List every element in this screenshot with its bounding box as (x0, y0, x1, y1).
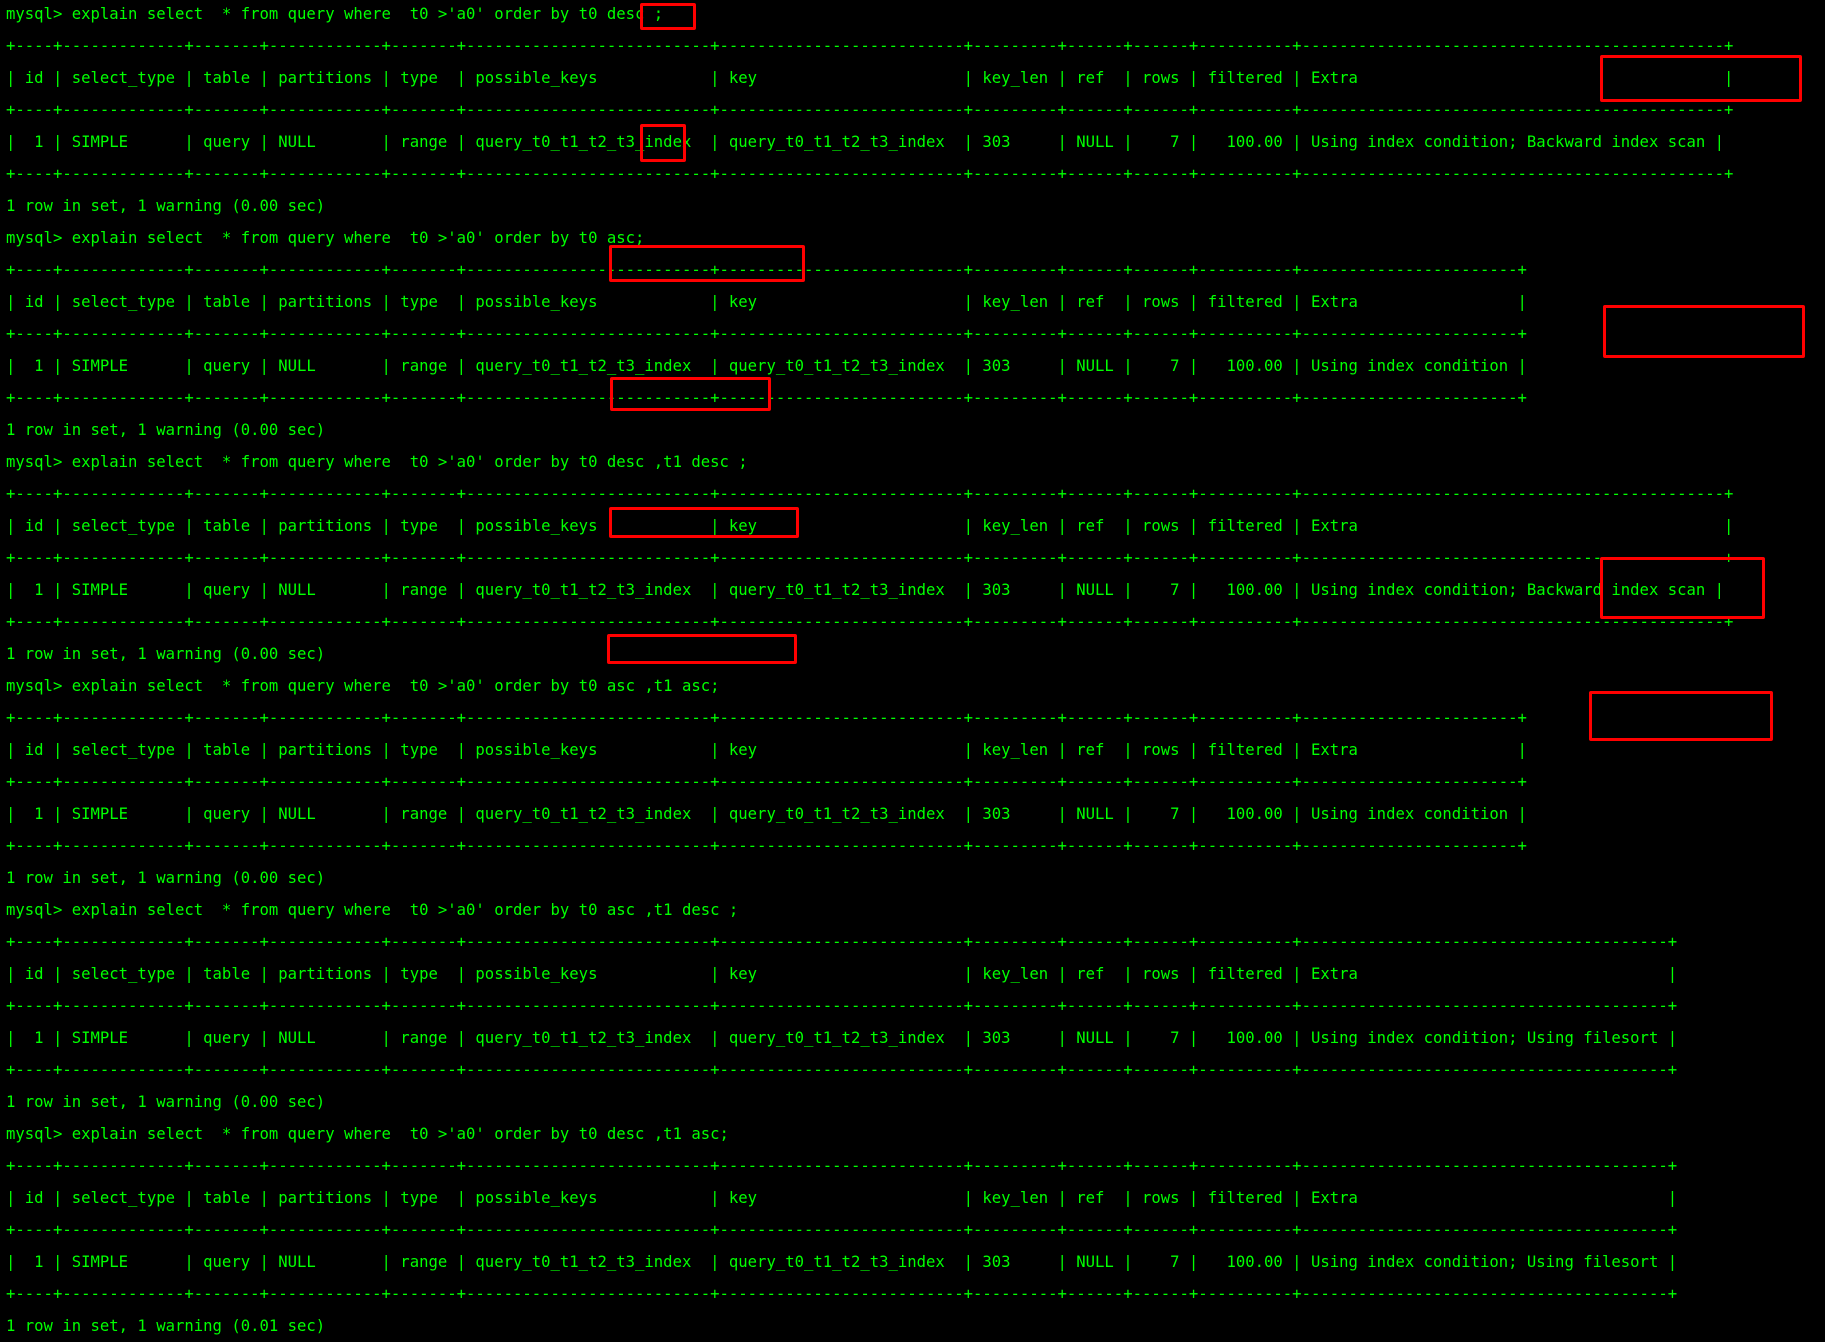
terminal-line: | 1 | SIMPLE | query | NULL | range | qu… (6, 1029, 1678, 1047)
terminal-line: +----+-------------+-------+------------… (6, 1061, 1678, 1079)
terminal-line: | id | select_type | table | partitions … (6, 517, 1734, 535)
terminal-line: | 1 | SIMPLE | query | NULL | range | qu… (6, 133, 1725, 151)
terminal-line: +----+-------------+-------+------------… (6, 389, 1527, 407)
terminal-line: +----+-------------+-------+------------… (6, 837, 1527, 855)
terminal-line: 1 row in set, 1 warning (0.00 sec) (6, 645, 326, 663)
terminal-line: mysql> explain select * from query where… (6, 453, 748, 471)
terminal-line: +----+-------------+-------+------------… (6, 773, 1527, 791)
terminal-line: +----+-------------+-------+------------… (6, 549, 1734, 567)
terminal-line: +----+-------------+-------+------------… (6, 1285, 1678, 1303)
terminal-line: | id | select_type | table | partitions … (6, 1189, 1678, 1207)
terminal-line: mysql> explain select * from query where… (6, 677, 720, 695)
terminal-line: mysql> explain select * from query where… (6, 5, 664, 23)
terminal-line: +----+-------------+-------+------------… (6, 709, 1527, 727)
terminal-line: mysql> explain select * from query where… (6, 901, 739, 919)
terminal-line: +----+-------------+-------+------------… (6, 613, 1734, 631)
terminal-line: +----+-------------+-------+------------… (6, 1221, 1678, 1239)
terminal-line: +----+-------------+-------+------------… (6, 101, 1734, 119)
terminal-line: | 1 | SIMPLE | query | NULL | range | qu… (6, 357, 1527, 375)
terminal-line: mysql> explain select * from query where… (6, 229, 645, 247)
terminal-line: +----+-------------+-------+------------… (6, 933, 1678, 951)
terminal-line: +----+-------------+-------+------------… (6, 165, 1734, 183)
terminal-line: +----+-------------+-------+------------… (6, 325, 1527, 343)
terminal-line: | id | select_type | table | partitions … (6, 741, 1527, 759)
terminal-line: +----+-------------+-------+------------… (6, 1157, 1678, 1175)
terminal-line: +----+-------------+-------+------------… (6, 485, 1734, 503)
terminal-line: 1 row in set, 1 warning (0.00 sec) (6, 421, 326, 439)
terminal-line: | 1 | SIMPLE | query | NULL | range | qu… (6, 805, 1527, 823)
terminal-line: | 1 | SIMPLE | query | NULL | range | qu… (6, 1253, 1678, 1271)
terminal-line: 1 row in set, 1 warning (0.00 sec) (6, 197, 326, 215)
terminal-window[interactable]: { "terminal": { "foreground": "#00ff00",… (0, 0, 1825, 1335)
terminal-line: +----+-------------+-------+------------… (6, 37, 1734, 55)
terminal-line: 1 row in set, 1 warning (0.00 sec) (6, 869, 326, 887)
terminal-line: | id | select_type | table | partitions … (6, 965, 1678, 983)
terminal-line: +----+-------------+-------+------------… (6, 997, 1678, 1015)
terminal-line: | id | select_type | table | partitions … (6, 69, 1734, 87)
terminal-line: mysql> explain select * from query where… (6, 1125, 729, 1143)
terminal-line: | 1 | SIMPLE | query | NULL | range | qu… (6, 581, 1725, 599)
terminal-line: | id | select_type | table | partitions … (6, 293, 1527, 311)
terminal-line: 1 row in set, 1 warning (0.01 sec) (6, 1317, 326, 1335)
terminal-line: 1 row in set, 1 warning (0.00 sec) (6, 1093, 326, 1111)
terminal-line: +----+-------------+-------+------------… (6, 261, 1527, 279)
terminal-output[interactable]: mysql> explain select * from query where… (6, 0, 1822, 1335)
